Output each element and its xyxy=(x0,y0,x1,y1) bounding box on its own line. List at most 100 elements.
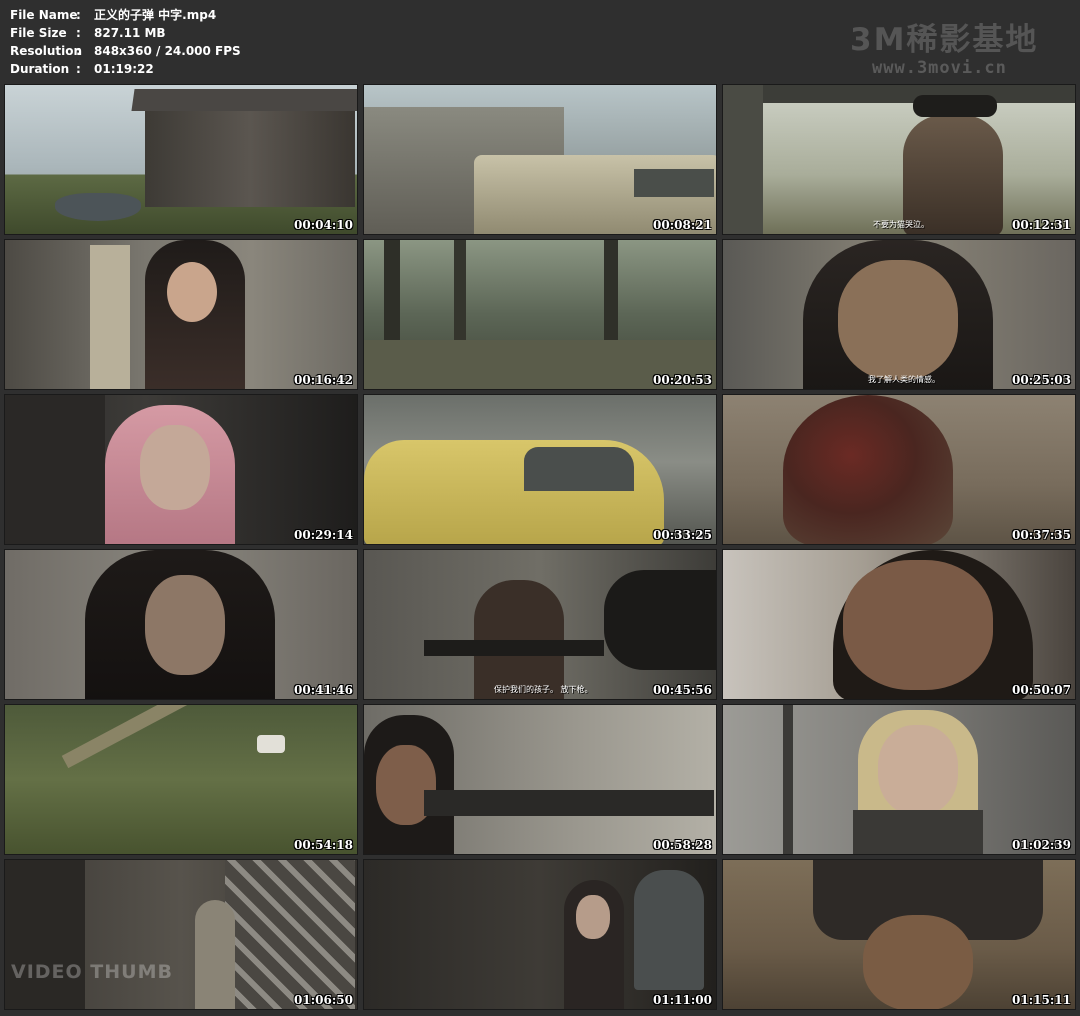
separator: : xyxy=(76,44,81,58)
thumbnail-14[interactable]: 00:58:28 xyxy=(363,704,717,855)
timestamp: 00:58:28 xyxy=(653,838,712,852)
subtitle: 我了解人类的情感。 xyxy=(868,375,940,384)
subtitle: 保护我们的孩子。 放下枪。 xyxy=(494,685,593,694)
statue-shape xyxy=(90,245,130,389)
separator: : xyxy=(76,26,81,40)
timestamp: 00:41:46 xyxy=(294,683,353,697)
barn-shape xyxy=(145,97,355,207)
timestamp: 00:04:10 xyxy=(294,218,353,232)
face-shape xyxy=(863,915,973,1009)
timestamp: 00:29:14 xyxy=(294,528,353,542)
driver-figure xyxy=(903,115,1003,234)
thumbnail-7[interactable]: 00:29:14 xyxy=(4,394,358,545)
car-window xyxy=(634,169,714,197)
watermark-url: www.3movi.cn xyxy=(872,58,1007,78)
thumbnail-2[interactable]: 00:08:21 xyxy=(363,84,717,235)
barn-roof xyxy=(131,89,357,111)
scene-image xyxy=(5,240,357,389)
thumbnail-3[interactable]: 不要为猫哭泣。 00:12:31 xyxy=(722,84,1076,235)
resolution-row: Resolution: 848x360 / 24.000 FPS xyxy=(10,42,241,60)
figure-shape xyxy=(783,395,953,544)
timestamp: 00:16:42 xyxy=(294,373,353,387)
timestamp: 00:54:18 xyxy=(294,838,353,852)
thumbnail-9[interactable]: 00:37:35 xyxy=(722,394,1076,545)
scene-image xyxy=(723,705,1075,854)
face-shape xyxy=(140,425,210,510)
scene-image xyxy=(364,395,716,544)
scene-image xyxy=(723,395,1075,544)
timestamp: 00:12:31 xyxy=(1012,218,1071,232)
wall-shape xyxy=(5,860,85,1009)
resolution-value: 848x360 / 24.000 FPS xyxy=(94,44,241,58)
face-shape xyxy=(167,262,217,322)
timestamp: 00:50:07 xyxy=(1012,683,1071,697)
thumbnail-4[interactable]: 00:16:42 xyxy=(4,239,358,390)
dark-figure xyxy=(604,570,716,670)
thumbnail-1[interactable]: 00:04:10 xyxy=(4,84,358,235)
shadow-figure xyxy=(5,395,105,544)
car-shape xyxy=(257,735,285,753)
timestamp: 00:37:35 xyxy=(1012,528,1071,542)
timestamp: 01:06:50 xyxy=(294,993,353,1007)
thumbnail-grid: 00:04:10 00:08:21 不要为猫哭泣。 00:12:31 00:16… xyxy=(4,84,1076,1012)
face-shape xyxy=(878,725,958,815)
display-case xyxy=(634,870,704,990)
resolution-label: Resolution xyxy=(10,44,83,58)
thumbnail-12[interactable]: 00:50:07 xyxy=(722,549,1076,700)
face-shape xyxy=(838,260,958,380)
timestamp: 01:15:11 xyxy=(1012,993,1071,1007)
thumbnail-16[interactable]: VIDEO THUMB 01:06:50 xyxy=(4,859,358,1010)
thumbnail-15[interactable]: 01:02:39 xyxy=(722,704,1076,855)
file-size-label: File Size xyxy=(10,26,67,40)
duration-label: Duration xyxy=(10,62,70,76)
thumbnail-6[interactable]: 我了解人类的情感。 00:25:03 xyxy=(722,239,1076,390)
file-name-label: File Name xyxy=(10,8,78,22)
subtitle: 不要为猫哭泣。 xyxy=(873,220,929,229)
scene-image xyxy=(723,240,1075,389)
scene-image xyxy=(5,550,357,699)
car-roof xyxy=(723,85,1075,103)
scene-image xyxy=(723,550,1075,699)
thumbnail-11[interactable]: 保护我们的孩子。 放下枪。 00:45:56 xyxy=(363,549,717,700)
separator: : xyxy=(76,8,81,22)
thumbnail-5[interactable]: 00:20:53 xyxy=(363,239,717,390)
file-size-row: File Size:827.11 MB xyxy=(10,24,166,42)
scene-image xyxy=(723,860,1075,1009)
rifle-shape xyxy=(424,640,604,656)
timestamp: 01:02:39 xyxy=(1012,838,1071,852)
taxi-window xyxy=(524,447,634,491)
scene-image xyxy=(5,705,357,854)
scene-image xyxy=(5,395,357,544)
hat-shape xyxy=(913,95,997,117)
face-shape xyxy=(576,895,610,939)
thumbnail-18[interactable]: 01:15:11 xyxy=(722,859,1076,1010)
thumbnail-13[interactable]: 00:54:18 xyxy=(4,704,358,855)
timestamp: 01:11:00 xyxy=(653,993,712,1007)
scene-image xyxy=(364,85,716,234)
thumbnail-8[interactable]: 00:33:25 xyxy=(363,394,717,545)
scene-image xyxy=(364,705,716,854)
scene-image xyxy=(364,240,716,389)
timestamp: 00:08:21 xyxy=(653,218,712,232)
scene-image xyxy=(5,85,357,234)
car-pillar xyxy=(723,85,763,234)
rifle-shape xyxy=(424,790,714,816)
watermark-logo: 3M稀影基地 xyxy=(850,22,1039,58)
separator: : xyxy=(76,62,81,76)
file-info-header: File Name: 正义的子弹 中字.mp4 File Size:827.11 … xyxy=(0,0,1080,82)
scene-image xyxy=(5,860,357,1009)
face-shape xyxy=(843,560,993,690)
pole-shape xyxy=(783,705,793,854)
file-size-value: 827.11 MB xyxy=(94,26,166,40)
duration-row: Duration:01:19:22 xyxy=(10,60,154,78)
scene-image xyxy=(364,550,716,699)
duration-value: 01:19:22 xyxy=(94,62,154,76)
figure-shape xyxy=(195,900,235,1009)
timestamp: 00:33:25 xyxy=(653,528,712,542)
scene-image xyxy=(364,860,716,1009)
vest-shape xyxy=(853,810,983,854)
thumbnail-10[interactable]: 00:41:46 xyxy=(4,549,358,700)
thumbnail-17[interactable]: 01:11:00 xyxy=(363,859,717,1010)
face-shape xyxy=(145,575,225,675)
timestamp: 00:45:56 xyxy=(653,683,712,697)
